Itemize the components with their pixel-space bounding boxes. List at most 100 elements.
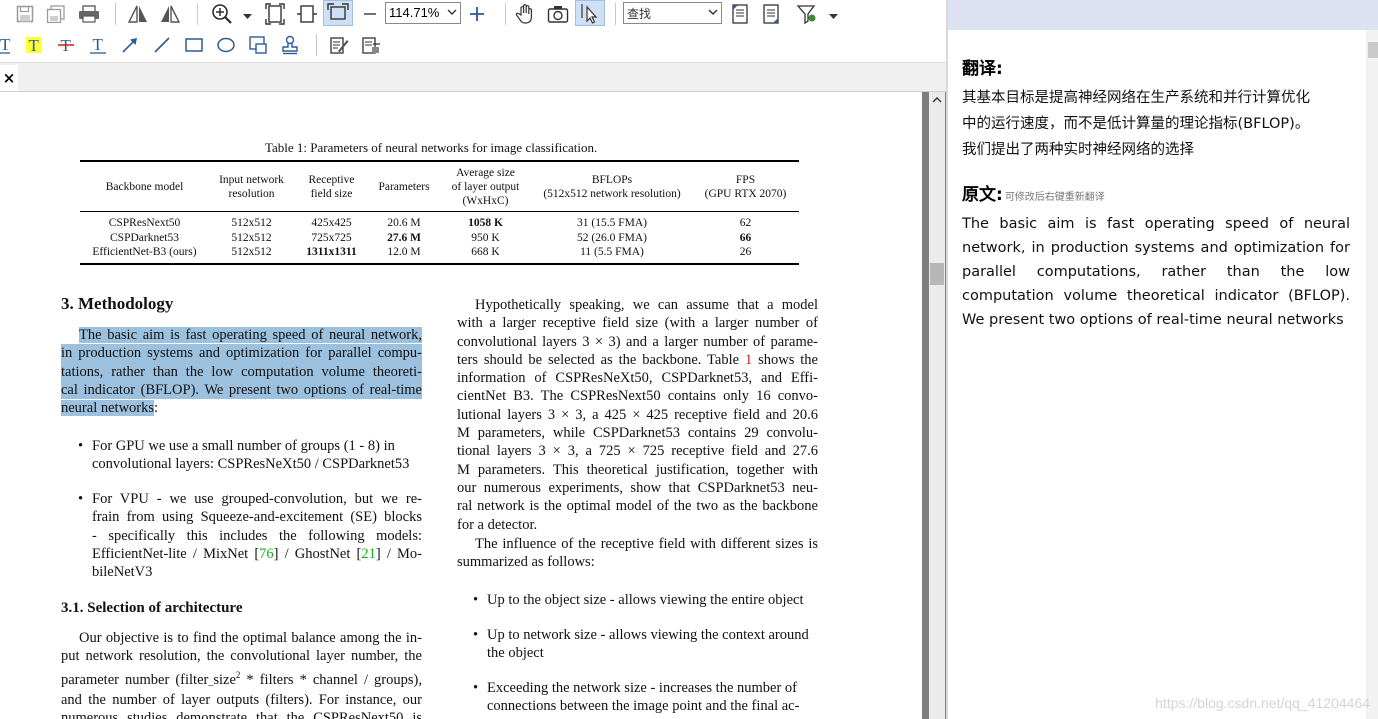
arrow-tool-icon[interactable] [118, 32, 142, 58]
table-header-cell: BFLOPs (512x512 network resolution) [543, 174, 681, 200]
paragraph: Our objective is to find the optimal bal… [61, 630, 422, 719]
find-label: 查找 [627, 7, 652, 21]
zoom-select[interactable]: 114.71% [385, 2, 461, 24]
table-cell: 512x512 [231, 217, 272, 229]
chevron-down-icon[interactable] [446, 6, 458, 21]
find-previous-icon[interactable] [728, 1, 752, 27]
toolbar-separator [615, 3, 616, 25]
find-next-icon[interactable] [759, 1, 783, 27]
toolbar-separator [505, 3, 506, 25]
save-icon[interactable] [14, 1, 36, 27]
chevron-down-icon[interactable] [826, 4, 840, 30]
main-toolbar: 114.71% 查找 [0, 0, 946, 28]
find-select[interactable]: 查找 [623, 2, 722, 24]
toolbar-separator [316, 34, 317, 56]
zoom-value: 114.71% [389, 5, 440, 20]
table-cell: 62 [739, 217, 752, 229]
citation-link[interactable]: 21 [361, 546, 376, 562]
table-cell: 425x425 [311, 217, 352, 229]
edit-note-icon[interactable] [327, 32, 351, 58]
table-cell: 950 K [471, 232, 500, 244]
scrollbar-track[interactable] [929, 92, 945, 719]
table-cell: 31 (15.5 FMA) [577, 217, 647, 229]
image-stamp-icon[interactable] [246, 32, 270, 58]
table-cell: 1058 K [468, 217, 503, 229]
table-cell: 512x512 [231, 232, 272, 244]
table-cell: 66 [739, 232, 752, 244]
list-item: • For VPU - we use grouped-convolution, … [78, 491, 422, 581]
document-page: Table 1: Parameters of neural networks f… [0, 92, 922, 719]
stamp-icon[interactable] [278, 32, 302, 58]
list-item: • Up to network size - allows viewing th… [473, 627, 809, 662]
svg-text:T: T [93, 35, 104, 54]
translation-scrollbar[interactable] [1366, 30, 1378, 719]
table-cell: 1311x1311 [306, 246, 357, 258]
zoom-out-icon[interactable] [360, 1, 380, 27]
line-tool-icon[interactable] [150, 32, 174, 58]
table-bottom-rule [80, 263, 799, 265]
table-caption: Table 1: Parameters of neural networks f… [265, 140, 598, 155]
scrollbar-thumb[interactable] [930, 263, 944, 285]
table-cell: 725x725 [311, 232, 352, 244]
subsection-heading: 3.1. Selection of architecture [61, 600, 243, 616]
section-heading: 3. Methodology [61, 294, 174, 313]
table-header-cell: Average size of layer output (WxHxC) [451, 167, 520, 207]
toolbar-separator [197, 3, 198, 25]
svg-text:T: T [29, 36, 40, 55]
print-icon[interactable] [76, 1, 102, 27]
table-top-rule [80, 160, 799, 162]
table-cell: 668 K [471, 246, 500, 258]
flip-vertical-icon[interactable] [157, 1, 183, 27]
translation-panel-header [948, 0, 1378, 30]
annotation-toolbar: T T T T [0, 28, 946, 62]
hand-tool-icon[interactable] [513, 1, 539, 27]
snapshot-camera-icon[interactable] [545, 1, 571, 27]
select-text-tool-icon[interactable] [575, 0, 605, 26]
edit-form-icon[interactable] [359, 32, 383, 58]
actual-size-icon[interactable] [323, 0, 353, 26]
table-cell: 27.6 M [387, 232, 421, 244]
text-strikeout-icon[interactable]: T [54, 32, 78, 58]
toolbar-separator [115, 3, 116, 25]
citation-link[interactable]: 76 [259, 546, 274, 562]
pdf-viewer: 114.71% 查找 T T T × Table 1: Parameters o… [0, 0, 946, 719]
table-header-cell: Receptive field size [308, 174, 355, 200]
zoom-plus-icon[interactable] [466, 1, 488, 27]
fit-width-icon[interactable] [294, 1, 320, 27]
flip-horizontal-icon[interactable] [125, 1, 151, 27]
rectangle-tool-icon[interactable] [182, 32, 206, 58]
translation-panel: 翻译: 其基本目标是提高神经网络在生产系统和并行计算优化 中的运行速度，而不是低… [946, 0, 1378, 719]
list-item: • Up to the object size - allows viewing… [473, 592, 804, 608]
table-cell: 20.6 M [387, 217, 421, 229]
table-cell: CSPResNext50 [108, 217, 181, 229]
table-cell: 512x512 [231, 246, 272, 258]
filter-icon[interactable] [794, 1, 820, 27]
chevron-down-icon[interactable] [707, 6, 719, 21]
scroll-up-arrow-icon[interactable] [929, 92, 945, 108]
table-header-cell: Input network resolution [219, 174, 284, 200]
selected-paragraph[interactable]: The basic aim is fast operating speed of… [61, 326, 422, 417]
document-tab-strip: × [0, 62, 946, 92]
text-squiggly-icon[interactable]: T [86, 32, 110, 58]
list-item: • For GPU we use a small number of group… [78, 438, 410, 473]
table-header-cell: FPS (GPU RTX 2070) [704, 174, 787, 200]
fit-page-icon[interactable] [262, 1, 288, 27]
scrollbar-thumb[interactable] [1368, 42, 1378, 58]
translation-heading: 翻译: [962, 59, 1003, 79]
table-cell: 26 [739, 246, 752, 258]
table-cell: CSPDarknet53 [110, 232, 179, 244]
chevron-down-icon[interactable] [240, 4, 254, 30]
source-text-editor[interactable]: The basic aim is fast operating speed of… [962, 212, 1350, 332]
table-cell: EfficientNet-B3 (ours) [92, 246, 197, 258]
text-underline-icon[interactable]: T [0, 32, 12, 58]
text-highlight-icon[interactable]: T [22, 32, 46, 58]
table-cell: 11 (5.5 FMA) [580, 246, 644, 258]
translation-text: 其基本目标是提高神经网络在生产系统和并行计算优化 中的运行速度，而不是低计算量的… [962, 90, 1310, 158]
svg-text:T: T [0, 35, 11, 54]
zoom-in-icon[interactable] [209, 1, 235, 27]
ellipse-tool-icon[interactable] [214, 32, 238, 58]
close-tab-icon[interactable]: × [0, 65, 18, 91]
table-cell: 12.0 M [387, 246, 421, 258]
document-scrollbar[interactable] [922, 92, 946, 719]
save-all-icon[interactable] [45, 1, 67, 27]
